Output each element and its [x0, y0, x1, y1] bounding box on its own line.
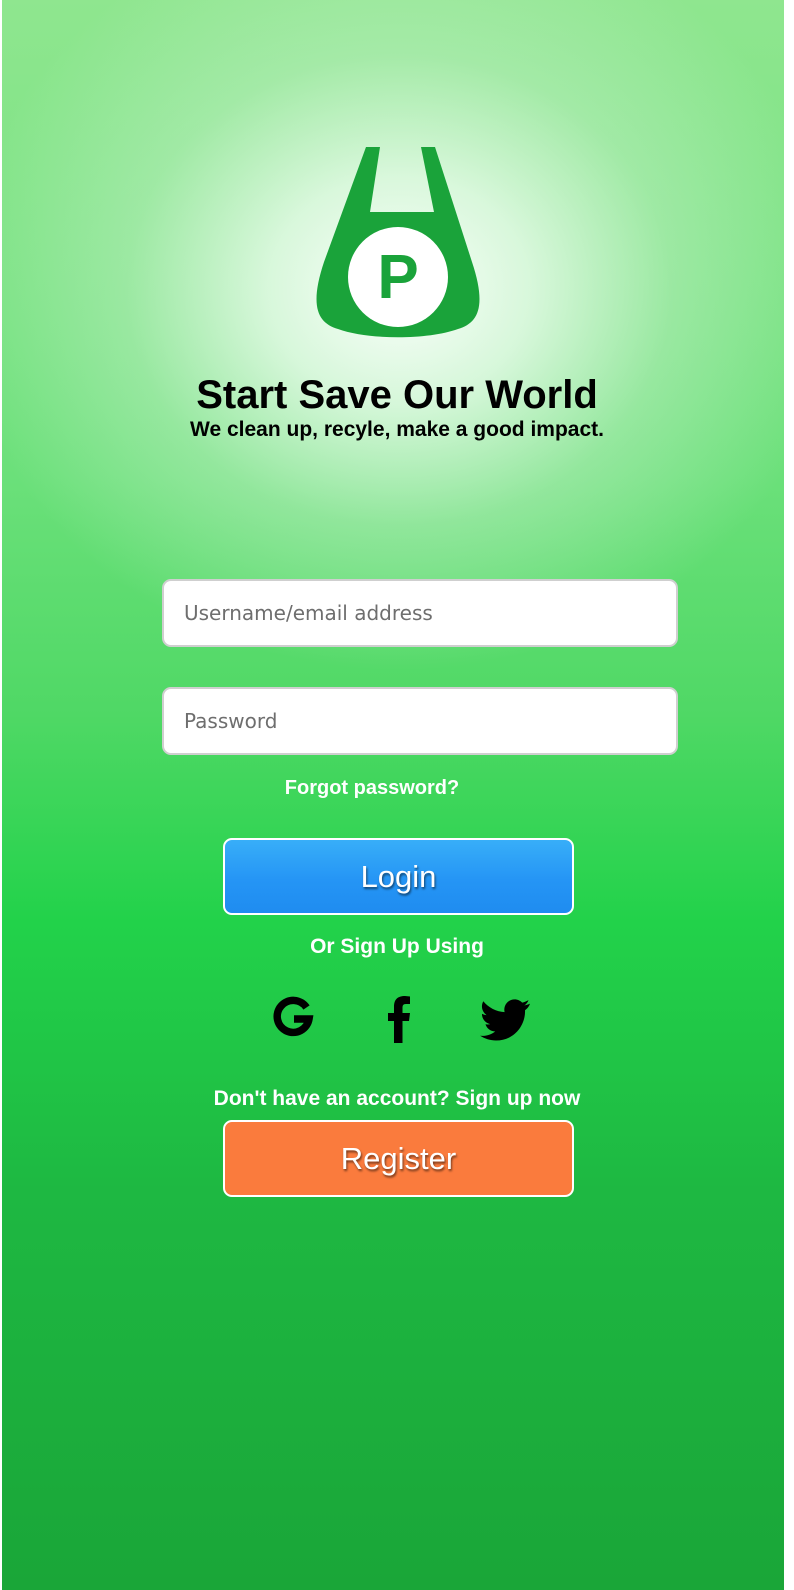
app-tagline: We clean up, recyle, make a good impact.	[190, 418, 604, 441]
register-button[interactable]: Register	[223, 1120, 574, 1197]
social-signup-prompt: Or Sign Up Using	[310, 935, 484, 958]
svg-text:P: P	[377, 243, 418, 312]
signup-prompt: Don't have an account? Sign up now	[213, 1087, 581, 1110]
login-screen: P Start Save Our World We clean up, recy…	[2, 0, 784, 1590]
username-input[interactable]	[162, 579, 678, 647]
twitter-icon[interactable]	[480, 995, 532, 1043]
shopping-bag-p-logo: P	[316, 147, 480, 338]
password-input[interactable]	[162, 687, 678, 755]
app-title: Start Save Our World	[196, 373, 598, 417]
login-button[interactable]: Login	[223, 838, 574, 915]
facebook-icon[interactable]	[374, 995, 426, 1043]
google-icon[interactable]	[268, 995, 320, 1043]
forgot-password-link[interactable]: Forgot password?	[272, 775, 472, 801]
